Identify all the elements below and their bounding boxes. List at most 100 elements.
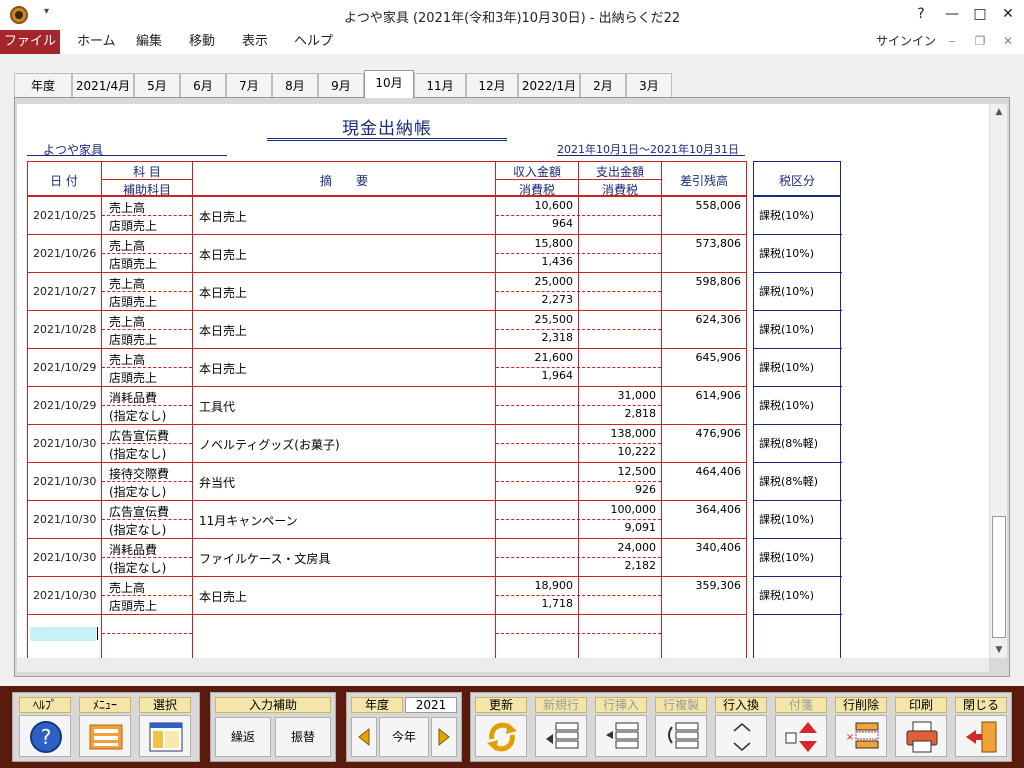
active-date-input[interactable] — [30, 627, 96, 641]
help-button[interactable]: ﾍﾙﾌﾟ ? — [17, 697, 73, 759]
ledger-row[interactable]: 2021/10/30 売上高 店頭売上 本日売上 18,900 1,718 359,306 — [27, 577, 747, 615]
tab-03[interactable]: 3月 — [626, 73, 672, 98]
entry-description[interactable]: ノベルティグッズ(お菓子) — [199, 436, 340, 453]
entry-income[interactable]: 25,500 — [497, 313, 574, 326]
entry-expense-tax[interactable]: 2,818 — [580, 407, 657, 420]
entry-sub-account[interactable]: 店頭売上 — [109, 255, 157, 272]
doc-restore-icon[interactable]: ❐ — [972, 34, 988, 48]
entry-balance[interactable]: 624,306 — [665, 313, 742, 326]
ledger-row[interactable]: 2021/10/25 売上高 店頭売上 本日売上 10,600 964 558,006 — [27, 197, 747, 235]
entry-income-tax[interactable]: 2,273 — [497, 293, 574, 306]
entry-account[interactable]: 広告宣伝費 — [109, 427, 169, 444]
entry-account[interactable]: 売上高 — [109, 237, 145, 254]
entry-tax-class[interactable]: 課税(10%) — [754, 387, 842, 425]
copy-row-button[interactable]: 行複製 — [653, 697, 709, 759]
ledger-row[interactable]: 2021/10/29 消耗品費 (指定なし) 工具代 31,000 2,818 614,90… — [27, 387, 747, 425]
entry-description[interactable]: 本日売上 — [199, 284, 247, 301]
tab-06[interactable]: 6月 — [180, 73, 226, 98]
entry-date[interactable]: 2021/10/30 — [33, 589, 96, 602]
entry-description[interactable]: 本日売上 — [199, 246, 247, 263]
ledger-row[interactable]: 2021/10/27 売上高 店頭売上 本日売上 25,000 2,273 598,806 — [27, 273, 747, 311]
entry-expense[interactable]: 24,000 — [580, 541, 657, 554]
menu-button[interactable]: ﾒﾆｭｰ — [77, 697, 133, 759]
prev-year-button[interactable] — [351, 717, 377, 757]
entry-description[interactable]: 本日売上 — [199, 588, 247, 605]
scroll-down-arrow-icon[interactable]: ▼ — [990, 642, 1008, 658]
entry-tax-class[interactable]: 課税(10%) — [754, 349, 842, 387]
ledger-row[interactable]: 2021/10/30 広告宣伝費 (指定なし) ノベルティグッズ(お菓子) 138,00… — [27, 425, 747, 463]
transfer-button[interactable]: 振替 — [275, 717, 331, 757]
entry-description[interactable]: 弁当代 — [199, 474, 235, 491]
entry-date[interactable]: 2021/10/30 — [33, 513, 96, 526]
refresh-button[interactable]: 更新 — [473, 697, 529, 759]
tab-05[interactable]: 5月 — [134, 73, 180, 98]
entry-description[interactable]: 本日売上 — [199, 208, 247, 225]
ledger-row[interactable]: 2021/10/28 売上高 店頭売上 本日売上 25,500 2,318 624,306 — [27, 311, 747, 349]
maximize-button[interactable]: □ — [970, 4, 990, 24]
signin-link[interactable]: サインイン — [876, 32, 936, 49]
vertical-scrollbar[interactable]: ▲ ▼ — [989, 104, 1007, 658]
entry-account[interactable]: 売上高 — [109, 275, 145, 292]
entry-tax-class[interactable]: 課税(10%) — [754, 311, 842, 349]
entry-sub-account[interactable]: 店頭売上 — [109, 331, 157, 348]
next-year-button[interactable] — [431, 717, 457, 757]
entry-expense-tax[interactable]: 2,182 — [580, 559, 657, 572]
print-button[interactable]: 印刷 — [893, 697, 949, 759]
entry-balance[interactable]: 359,306 — [665, 579, 742, 592]
entry-income-tax[interactable]: 1,964 — [497, 369, 574, 382]
entry-description[interactable]: 工具代 — [199, 398, 235, 415]
entry-tax-class[interactable]: 課税(8%軽) — [754, 425, 842, 463]
entry-income-tax[interactable]: 2,318 — [497, 331, 574, 344]
menu-move[interactable]: 移動 — [189, 30, 215, 54]
entry-account[interactable]: 接待交際費 — [109, 465, 169, 482]
entry-date[interactable]: 2021/10/30 — [33, 551, 96, 564]
entry-date[interactable]: 2021/10/26 — [33, 247, 96, 260]
entry-tax-class[interactable]: 課税(10%) — [754, 273, 842, 311]
minimize-button[interactable]: — — [942, 4, 962, 24]
entry-tax-class[interactable]: 課税(10%) — [754, 501, 842, 539]
entry-income-tax[interactable]: 1,436 — [497, 255, 574, 268]
tab-08[interactable]: 8月 — [272, 73, 318, 98]
entry-income-tax[interactable]: 964 — [497, 217, 573, 230]
tab-10[interactable]: 10月 — [364, 70, 414, 98]
entry-sub-account[interactable]: (指定なし) — [109, 521, 166, 538]
entry-balance[interactable]: 364,406 — [665, 503, 742, 516]
entry-income[interactable]: 10,600 — [497, 199, 574, 212]
scroll-up-arrow-icon[interactable]: ▲ — [990, 104, 1008, 120]
entry-sub-account[interactable]: 店頭売上 — [109, 293, 157, 310]
entry-expense[interactable]: 12,500 — [580, 465, 657, 478]
entry-expense-tax[interactable]: 10,222 — [580, 445, 657, 458]
doc-minimize-icon[interactable]: – — [944, 34, 960, 48]
entry-account[interactable]: 広告宣伝費 — [109, 503, 169, 520]
entry-tax-class[interactable]: 課税(10%) — [754, 577, 842, 615]
repeat-button[interactable]: 繰返 — [215, 717, 271, 757]
close-window-button[interactable]: ✕ — [998, 4, 1018, 24]
select-button[interactable]: 選択 — [137, 697, 193, 759]
entry-income[interactable]: 15,800 — [497, 237, 574, 250]
close-button[interactable]: 閉じる — [953, 697, 1009, 759]
entry-expense-tax[interactable]: 9,091 — [580, 521, 657, 534]
tab-11[interactable]: 11月 — [414, 73, 466, 98]
entry-sub-account[interactable]: 店頭売上 — [109, 217, 157, 234]
entry-expense[interactable]: 31,000 — [580, 389, 657, 402]
entry-account[interactable]: 売上高 — [109, 313, 145, 330]
entry-date[interactable]: 2021/10/29 — [33, 361, 96, 374]
scroll-thumb[interactable] — [992, 516, 1006, 638]
entry-balance[interactable]: 476,906 — [665, 427, 742, 440]
entry-expense[interactable]: 138,000 — [580, 427, 657, 440]
entry-description[interactable]: ファイルケース・文房具 — [199, 550, 330, 567]
entry-sub-account[interactable]: (指定なし) — [109, 483, 166, 500]
tab-07[interactable]: 7月 — [226, 73, 272, 98]
entry-balance[interactable]: 573,806 — [665, 237, 742, 250]
entry-expense[interactable]: 100,000 — [580, 503, 657, 516]
ledger-row[interactable]: 2021/10/29 売上高 店頭売上 本日売上 21,600 1,964 645,906 — [27, 349, 747, 387]
entry-balance[interactable]: 340,406 — [665, 541, 742, 554]
entry-balance[interactable]: 614,906 — [665, 389, 742, 402]
entry-description[interactable]: 本日売上 — [199, 322, 247, 339]
insert-row-button[interactable]: 行挿入 — [593, 697, 649, 759]
entry-balance[interactable]: 558,006 — [665, 199, 742, 212]
entry-date[interactable]: 2021/10/30 — [33, 475, 96, 488]
tab-12[interactable]: 12月 — [466, 73, 518, 98]
entry-sub-account[interactable]: (指定なし) — [109, 407, 166, 424]
entry-account[interactable]: 消耗品費 — [109, 389, 157, 406]
